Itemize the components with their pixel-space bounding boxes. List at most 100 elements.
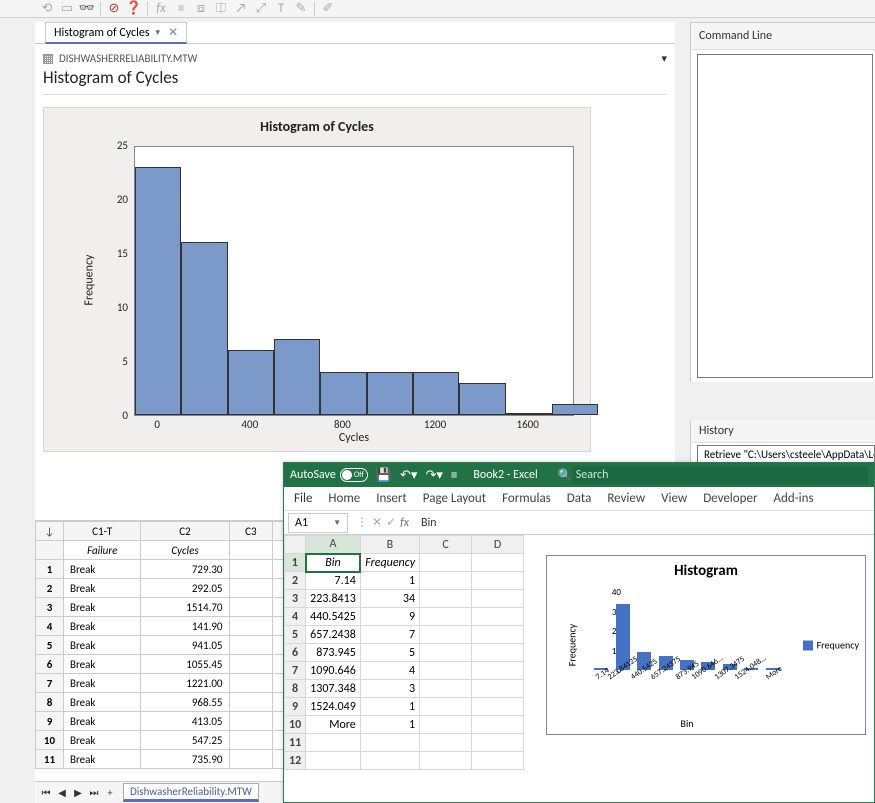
text-mode-icon[interactable]: T [274,2,288,16]
excel-histogram-chart[interactable]: Histogram Frequency Bin 0102030407.14223… [546,555,866,735]
name-box[interactable]: A1 ▼ [288,513,348,533]
fx-icon[interactable]: fx [400,516,409,530]
ribbon-tab-add-ins[interactable]: Add-ins [773,491,813,506]
minitab-worksheet[interactable]: ↓ C1-TC2C3C4 FailureCycles 1Break729.302… [35,520,317,781]
grid-icon [43,54,53,64]
excel-window: AutoSave Off 💾 ↶▾ ↷▾ ≡ Book2 - Excel 🔍 F… [283,462,875,803]
output-tab-histogram[interactable]: Histogram of Cycles ▾ ✕ [45,22,187,44]
align-icon[interactable]: ≡ [174,2,188,16]
nav-prev-icon[interactable]: ◀ [55,786,69,800]
tab-strip: Histogram of Cycles ▾ ✕ [35,22,675,44]
search-icon: 🔍 [558,468,572,483]
eraser-icon[interactable]: ✎ [294,2,308,16]
excel-column-header[interactable]: A [306,536,361,554]
fx-check-icon[interactable]: ✓ [386,515,396,530]
histogram-bar [135,167,181,415]
binoculars-icon[interactable]: 👓 [80,2,94,16]
ribbon-tab-view[interactable]: View [661,491,687,506]
table-row[interactable]: 9Break413.05 [36,712,317,731]
table-row[interactable]: 3Break1514.70 [36,598,317,617]
autosave-toggle[interactable]: AutoSave Off [290,468,368,482]
command-line-title: Command Line [691,23,875,50]
ribbon-tab-data[interactable]: Data [567,491,592,506]
worksheet-tab-bar: ⏮ ◀ ▶ ⏭ + DishwasherReliability.MTW [35,781,317,803]
table-row[interactable]: 4Break141.90 [36,617,317,636]
chart-document: DISHWASHERRELIABILITY.MTW Histogram of C… [35,44,675,460]
history-title: History [691,420,875,443]
nav-last-icon[interactable]: ⏭ [87,786,101,800]
column-name[interactable]: Cycles [141,541,229,560]
history-item[interactable]: Retrieve "C:\Users\csteele\AppData\Lo [698,446,874,463]
table-row[interactable]: 2Break292.05 [36,579,317,598]
table-row[interactable]: 7Break1221.00 [36,674,317,693]
column-header[interactable]: C3 [229,522,273,541]
histogram-bar [552,404,598,415]
ribbon-tab-developer[interactable]: Developer [703,491,757,506]
rect-icon[interactable]: ▭ [60,2,74,16]
column-name[interactable]: Failure [64,541,141,560]
undo-excel-icon[interactable]: ↶▾ [400,468,417,483]
table-row[interactable]: 10Break547.25 [36,731,317,750]
worksheet-tab-active[interactable]: DishwasherReliability.MTW [123,783,259,802]
text-icon[interactable]: ⎅ [214,2,228,16]
ribbon-tab-home[interactable]: Home [328,491,360,506]
fx-cancel-icon[interactable]: ⋮ [356,515,368,530]
table-row[interactable]: 5Break941.05 [36,636,317,655]
histogram-bar [506,413,552,415]
ribbon-tab-formulas[interactable]: Formulas [502,491,551,506]
chevron-down-icon[interactable]: ▾ [156,27,161,38]
output-menu-icon[interactable]: ▾ [661,52,667,65]
nav-first-icon[interactable]: ⏮ [39,786,53,800]
column-header[interactable]: C2 [141,522,229,541]
command-line-input[interactable] [697,54,873,378]
search-input[interactable] [572,466,868,484]
brush-icon[interactable]: ✐ [321,2,335,16]
formula-bar-content[interactable]: Bin [421,516,437,530]
output-title: Histogram of Cycles [43,67,197,88]
chart-title: Histogram of Cycles [44,108,590,135]
histogram-bar [228,350,274,415]
excel-column-header[interactable]: D [472,536,524,554]
chart-plot-area [134,146,574,416]
ribbon-tab-insert[interactable]: Insert [376,491,407,506]
close-icon[interactable]: ✕ [168,25,178,40]
bar-icon[interactable]: ⧈ [194,2,208,16]
fx-x-icon[interactable]: ✕ [372,515,382,530]
command-line-panel: Command Line [690,22,875,382]
cancel-icon[interactable]: ⊘ [107,2,121,16]
qat-customize-icon[interactable]: ≡ [451,468,457,483]
excel-column-header[interactable]: C [420,536,472,554]
histogram-bar [181,242,227,415]
save-icon[interactable]: 💾 [376,468,392,483]
histogram-chart-panel[interactable]: Histogram of Cycles Frequency Cycles 051… [43,107,591,452]
histogram-bar [274,339,320,415]
excel-chart-title: Histogram [547,562,865,580]
ribbon-tab-review[interactable]: Review [607,491,645,506]
excel-grid[interactable]: ABCD1BinFrequency27.1413223.8413344440.5… [284,535,544,802]
excel-column-header[interactable]: B [360,536,419,554]
excel-chart-legend: Frequency [803,639,859,652]
column-name[interactable] [229,541,273,560]
table-row[interactable]: 6Break1055.45 [36,655,317,674]
ribbon-tab-file[interactable]: File [294,491,312,506]
nav-next-icon[interactable]: ▶ [71,786,85,800]
undo-icon[interactable]: ⟲ [40,2,54,16]
chevron-down-icon[interactable]: ▼ [333,518,341,528]
redo-excel-icon[interactable]: ↷▾ [425,468,442,483]
table-row[interactable]: 1Break729.30 [36,560,317,579]
cursor-icon[interactable]: ↗ [234,2,248,16]
zoom-icon[interactable]: ⤢ [254,2,268,16]
histogram-bar [413,372,459,415]
add-tab-icon[interactable]: + [103,786,117,800]
ribbon-tabs: File Home Insert Page Layout Formulas Data Rev… [284,487,874,511]
column-header[interactable]: C1-T [64,522,141,541]
ribbon-tab-page-layout[interactable]: Page Layout [423,491,486,506]
help-icon[interactable]: ❓ [127,2,141,16]
fx-icon[interactable]: fx [154,2,168,16]
excel-chart-y-label: Frequency [566,624,579,666]
top-toolbar: ⟲ ▭ 👓 ⊘ ❓ fx ≡ ⧈ ⎅ ↗ ⤢ T ✎ ✐ [0,0,875,18]
table-row[interactable]: 11Break735.90 [36,750,317,769]
table-row[interactable]: 8Break968.55 [36,693,317,712]
worksheet-ref: DISHWASHERRELIABILITY.MTW [43,52,197,65]
scroll-down-icon[interactable]: ↓ [36,522,64,541]
